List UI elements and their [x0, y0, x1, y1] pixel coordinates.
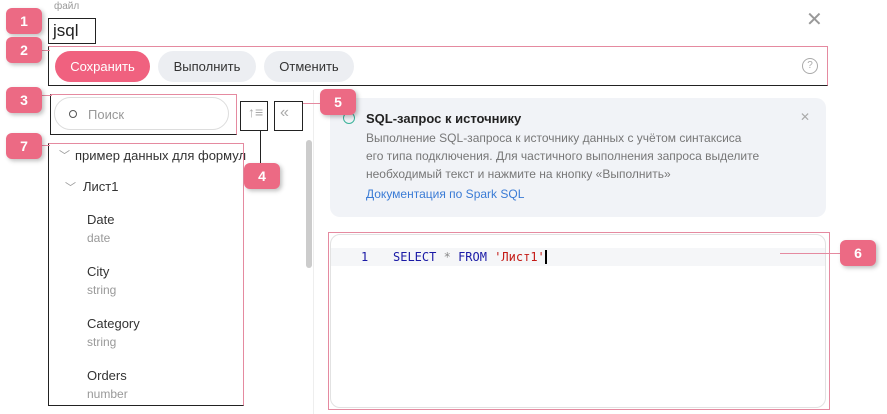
- annotation-badge-6: 6: [840, 240, 876, 266]
- annotation-badge-1: 1: [6, 8, 42, 34]
- info-text-line: необходимый текст и нажмите на кнопку «В…: [366, 167, 671, 181]
- annotation-badge-7: 7: [6, 133, 42, 159]
- info-title: SQL-запрос к источнику: [366, 111, 522, 126]
- annotation-box-2: [48, 46, 828, 86]
- annotation-box-1: [48, 18, 96, 44]
- documentation-link[interactable]: Документация по Spark SQL: [366, 187, 524, 201]
- scrollbar[interactable]: [306, 140, 312, 268]
- annotation-box-6: [328, 232, 830, 410]
- annotation-badge-5: 5: [320, 89, 356, 115]
- info-text-line: его типа подключения. Для частичного вып…: [366, 149, 760, 163]
- divider: [313, 90, 314, 414]
- annotation-badge-3: 3: [6, 87, 42, 113]
- info-close-icon[interactable]: ✕: [800, 110, 810, 124]
- file-label: файл: [54, 1, 80, 12]
- annotation-badge-4: 4: [244, 163, 280, 189]
- annotation-box-4: [240, 101, 268, 131]
- annotation-box-5: [274, 101, 303, 131]
- info-text-line: Выполнение SQL-запроса к источнику данны…: [366, 131, 742, 145]
- close-icon[interactable]: ✕: [806, 7, 823, 32]
- annotation-badge-2: 2: [6, 37, 42, 63]
- annotation-box-7: [48, 143, 244, 406]
- annotation-box-3: [50, 94, 237, 135]
